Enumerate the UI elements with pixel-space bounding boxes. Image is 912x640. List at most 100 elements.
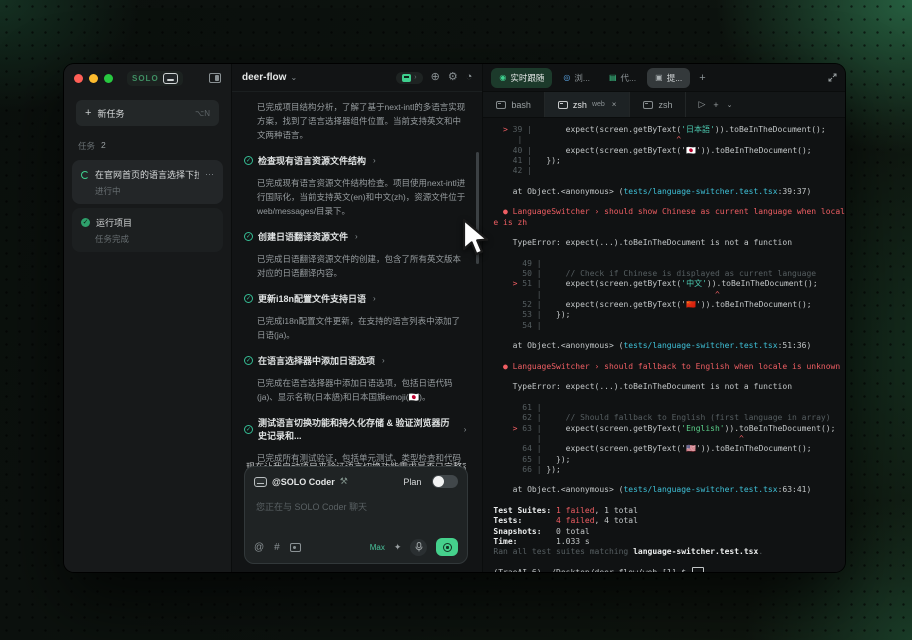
terminal-line: > 39 | expect(screen.getByText('日本語')).t… — [493, 125, 845, 135]
terminal-line — [493, 496, 845, 506]
terminal-line: 40 | expect(screen.getByText('🇯🇵')).toBe… — [493, 146, 845, 156]
task-more-icon[interactable]: ⋯ — [205, 169, 214, 180]
terminal-line — [493, 197, 845, 207]
sparkle-icon[interactable]: ✦ — [394, 542, 402, 553]
checklist-item[interactable]: ✓在语言选择器中添加日语选项› — [244, 354, 466, 367]
chat-input-box: @SOLO Coder ⚒ Plan 您正在与 SOLO Coder 聊天 @ … — [244, 466, 468, 564]
chevron-right-icon: › — [414, 74, 416, 81]
solo-label: SOLO — [132, 74, 159, 83]
task-list: 在官网首页的语言选择下拉...⋯进行中✓运行项目任务完成 — [64, 156, 231, 252]
panel-tab[interactable]: ◎浏... — [555, 68, 598, 88]
sidebar-header: SOLO — [64, 64, 231, 92]
tools-icon[interactable]: ⚒ — [340, 476, 348, 487]
terminal-line: | ^ — [493, 434, 845, 444]
solo-icon — [163, 73, 178, 84]
terminal-line: at Object.<anonymous> (tests/language-sw… — [493, 187, 845, 197]
solo-mode-badge[interactable]: SOLO — [127, 71, 183, 86]
run-play-icon[interactable]: ▷ — [698, 99, 705, 110]
task-section-header: 任务 2 — [78, 140, 217, 152]
terminal-tab[interactable]: zsh — [630, 92, 686, 117]
max-mode-label[interactable]: Max — [370, 543, 385, 552]
terminal-tab-label: zsh — [658, 100, 672, 110]
terminal-line: at Object.<anonymous> (tests/language-sw… — [493, 341, 845, 351]
chevron-right-icon: › — [355, 232, 358, 241]
close-window-button[interactable] — [74, 74, 83, 83]
agent-badge-icon — [254, 477, 267, 487]
terminal-dropdown-icon[interactable]: ⌄ — [727, 101, 733, 109]
chat-panel: deer-flow ⌄ › ⊕ ⚙ ◔ 已完成项目结构分析，了解了基于next-… — [232, 64, 483, 572]
panel-tab-label: 实时跟随 — [510, 72, 544, 84]
microphone-button[interactable] — [410, 539, 427, 556]
close-icon[interactable]: × — [612, 100, 617, 109]
panel-tab[interactable]: ◉ 实时跟随 — [491, 68, 552, 88]
terminal-line — [493, 475, 845, 485]
terminal-tab[interactable]: zshweb× — [545, 92, 631, 117]
new-chat-icon[interactable]: ⊕ — [431, 72, 440, 83]
stop-send-button[interactable] — [436, 538, 458, 556]
mention-icon[interactable]: @ — [254, 542, 264, 553]
follow-icon: ◉ — [499, 73, 506, 82]
checklist-item[interactable]: ✓创建日语翻译资源文件› — [244, 230, 466, 243]
terminal-line: 65 | }); — [493, 455, 845, 465]
check-circle-icon: ✓ — [244, 356, 253, 365]
checklist-item-label: 更新i18n配置文件支持日语 — [258, 292, 366, 305]
zoom-window-button[interactable] — [104, 74, 113, 83]
terminal-output[interactable]: > 39 | expect(screen.getByText('日本語')).t… — [483, 118, 845, 572]
chevron-down-icon[interactable]: ⌄ — [290, 73, 297, 82]
terminal-tab-label: bash — [511, 100, 531, 110]
history-clock-icon[interactable]: ◔ — [466, 72, 473, 83]
minimize-window-button[interactable] — [89, 74, 98, 83]
agent-name[interactable]: @SOLO Coder — [272, 477, 335, 487]
image-attach-icon[interactable] — [290, 543, 301, 552]
checklist-item-label: 检查现有语言资源文件结构 — [258, 154, 366, 167]
chat-input-placeholder[interactable]: 您正在与 SOLO Coder 聊天 — [256, 500, 458, 513]
right-panel: ◉实时跟随◎浏...▤代...▣提...+ bashzshweb×zsh▷+⌄ … — [483, 64, 845, 572]
settings-gear-icon[interactable]: ⚙ — [448, 72, 458, 83]
assistant-paragraph: 已完成i18n配置文件更新，在支持的语言列表中添加了日语(ja)。 — [257, 314, 466, 342]
terminal-icon — [496, 101, 506, 109]
project-title[interactable]: deer-flow — [242, 72, 286, 83]
checklist-item-label: 在语言选择器中添加日语选项 — [258, 354, 375, 367]
checklist-item[interactable]: ✓测试语言切换功能和持久化存储 & 验证浏览器历史记录和...› — [244, 416, 466, 442]
new-task-button[interactable]: + 新任务 ⌥N — [76, 100, 219, 126]
task-section-count: 2 — [101, 140, 106, 152]
terminal-line — [493, 393, 845, 403]
monitor-icon — [402, 74, 411, 82]
new-terminal-button[interactable]: + — [713, 100, 718, 110]
terminal-tab-label: zsh — [573, 100, 587, 110]
checklist-item[interactable]: ✓更新i18n配置文件支持日语› — [244, 292, 466, 305]
terminal-actions: ▷ + ⌄ — [686, 92, 744, 117]
plus-icon: + — [85, 107, 91, 119]
chat-header: deer-flow ⌄ › ⊕ ⚙ ◔ — [232, 64, 482, 92]
check-circle-icon: ✓ — [244, 425, 253, 434]
sidebar-toggle-icon[interactable] — [209, 73, 221, 83]
plan-toggle[interactable] — [432, 475, 458, 488]
check-circle-icon: ✓ — [244, 232, 253, 241]
assistant-paragraph: 已完成项目结构分析，了解了基于next-intl的多语言实现方案，找到了语言选择… — [257, 100, 466, 142]
task-card-row: ✓运行项目 — [81, 216, 214, 229]
terminal-line: 61 | — [493, 403, 845, 413]
terminal-tab[interactable]: bash — [483, 92, 545, 117]
terminal-line: 64 | expect(screen.getByText('🇺🇸')).toBe… — [493, 444, 845, 454]
add-panel-tab-button[interactable]: + — [693, 72, 711, 84]
stop-icon — [443, 543, 452, 552]
terminal-line: 54 | — [493, 321, 845, 331]
checklist-item[interactable]: ✓检查现有语言资源文件结构› — [244, 154, 466, 167]
checklist-item-label: 测试语言切换功能和持久化存储 & 验证浏览器历史记录和... — [258, 416, 457, 442]
assistant-paragraph: 已完成现有语言资源文件结构检查。项目使用next-intl进行国际化，当前支持英… — [257, 176, 466, 218]
check-circle-icon: ✓ — [244, 294, 253, 303]
terminal-line: ● LanguageSwitcher › should show Chinese… — [493, 207, 845, 217]
panel-tab-label: 提... — [667, 72, 683, 84]
context-hash-icon[interactable]: # — [274, 542, 280, 553]
terminal-line: 49 | — [493, 259, 845, 269]
preview-pill-button[interactable]: › — [396, 72, 422, 84]
task-card[interactable]: 在官网首页的语言选择下拉...⋯进行中 — [72, 160, 223, 204]
terminal-line: | ^ — [493, 135, 845, 145]
task-card[interactable]: ✓运行项目任务完成 — [72, 208, 223, 252]
terminal-line: Test Suites: 1 failed, 1 total — [493, 506, 845, 516]
terminal-line: ● LanguageSwitcher › should fallback to … — [493, 362, 845, 372]
panel-tab[interactable]: ▣提... — [647, 68, 690, 88]
panel-tab[interactable]: ▤代... — [601, 68, 644, 88]
mouse-cursor — [460, 218, 494, 258]
expand-panel-icon[interactable] — [828, 69, 837, 87]
